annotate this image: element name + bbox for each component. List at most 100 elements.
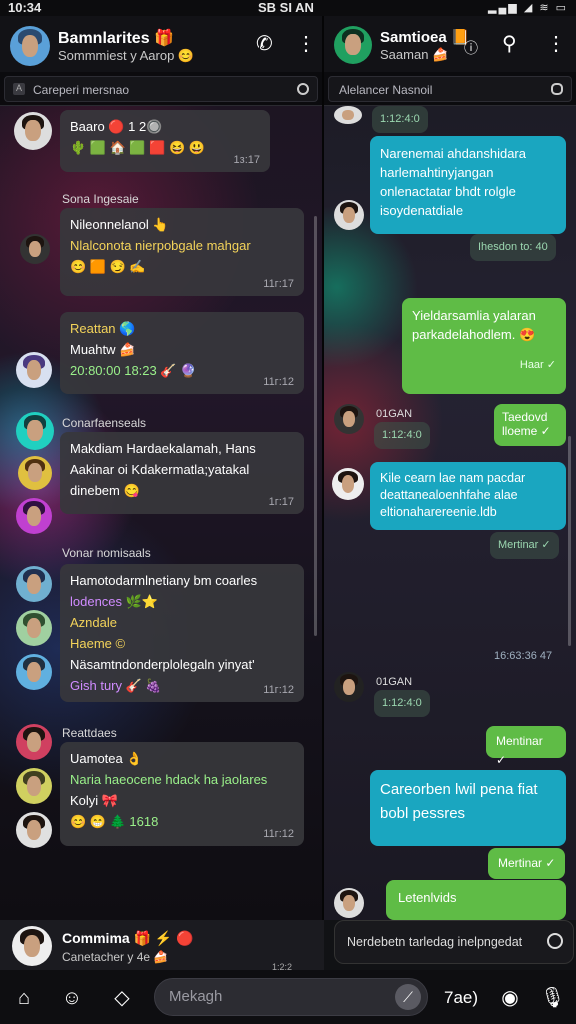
avatar[interactable] — [16, 498, 52, 534]
status-bar: 10:34 SB SI AN ▂▄▆ ◢ ≋ ▭ — [0, 0, 576, 16]
chat-icon[interactable]: ☺ — [60, 986, 84, 1010]
right-header-title[interactable]: Samtioea 📙 — [380, 28, 470, 46]
section-label: Reattdaes — [62, 726, 117, 740]
more-vert-icon[interactable]: ⋮ — [296, 34, 316, 54]
edit-icon[interactable] — [547, 933, 563, 949]
avatar[interactable] — [332, 468, 364, 500]
group-avatar[interactable] — [10, 26, 50, 66]
incoming-message[interactable]: Narenemai ahdanshidara harlemahtinyjanga… — [370, 136, 566, 234]
avatar[interactable] — [16, 566, 52, 602]
message-time: 1з:17 — [233, 154, 260, 166]
avatar[interactable] — [334, 404, 364, 434]
avatar[interactable] — [12, 926, 52, 966]
list-item[interactable]: Uamotea 👌 Naria haeocene hdack ha jaolar… — [60, 742, 304, 846]
avatar[interactable] — [16, 412, 54, 450]
search-circle-icon[interactable] — [297, 83, 309, 95]
avatar[interactable] — [334, 106, 362, 124]
message-time-chip: Ihesdon to: 40 — [470, 234, 556, 261]
info-icon[interactable]: ⓘ — [464, 38, 478, 58]
message-text: Yieldarsamlia yalaran parkadelahodlem. 😍 — [412, 308, 536, 342]
compose-text: Nerdebetn tarledag inelpngedat — [347, 935, 523, 949]
compose-preview[interactable]: Nerdebetn tarledag inelpngedat — [334, 920, 574, 964]
avatar[interactable] — [16, 768, 52, 804]
message-time-chip: Mertinar ✓ — [488, 848, 566, 879]
outgoing-message[interactable]: Yieldarsamlia yalaran parkadelahodlem. 😍… — [402, 298, 566, 394]
scrollbar[interactable] — [314, 216, 317, 636]
avatar[interactable] — [16, 352, 52, 388]
outgoing-message[interactable]: Letenlvids — [386, 880, 566, 920]
outgoing-message[interactable]: Taedovd lloeme ✓ — [494, 404, 566, 446]
message-time-chip: Mertinar ✓ — [490, 532, 559, 559]
sender-chip: 1:12:4:0 — [374, 422, 430, 449]
scrollbar[interactable] — [568, 436, 571, 646]
avatar[interactable] — [14, 112, 52, 150]
avatar[interactable] — [20, 234, 50, 264]
list-item[interactable]: Nileonnelanol 👆 Nlalconota nierpobgale m… — [60, 208, 304, 296]
sender-label: 01GAN — [376, 676, 413, 688]
outgoing-message[interactable]: Mentinar ✓ — [486, 726, 566, 767]
list-item[interactable]: Reattan 🌎 Muahtw 🍰 20:80:00 18:23 🎸 🔮 11… — [60, 312, 304, 394]
conversation-pane: Samtioea 📙 Saaman 🍰 ⓘ ⚲ ⋮ Alelancer Nasn… — [324, 16, 576, 920]
incoming-message[interactable]: Kile cearn lae nam pacdar deattanealoenh… — [370, 462, 566, 530]
card-text: lodences 🌿⭐ — [70, 594, 159, 609]
phone-icon[interactable]: ✆ — [256, 34, 273, 54]
section-label: Sona Ingesaie — [62, 192, 139, 206]
left-search-placeholder: Careperi mersnao — [33, 83, 130, 97]
message-time: Ihesdon to: 40 — [478, 241, 548, 253]
card-text: Haeme © — [70, 636, 126, 651]
home-icon[interactable]: ⌂ — [12, 986, 36, 1010]
heart-icon[interactable] — [551, 83, 563, 95]
card-text: Uamotea 👌 — [70, 751, 143, 766]
avatar[interactable] — [334, 672, 364, 702]
filter-icon[interactable]: A — [13, 83, 25, 95]
message-time: 11г:12 — [263, 828, 294, 840]
right-header-subtitle: Saaman 🍰 — [380, 47, 449, 62]
avatar[interactable] — [334, 888, 364, 918]
keyboard-toggle-label[interactable]: 7ae) — [444, 988, 478, 1008]
microphone-icon[interactable]: 🎙 — [540, 986, 565, 1010]
message-input[interactable] — [169, 988, 389, 1005]
sender-chip: 1:12:4:0 — [374, 690, 430, 717]
video-call-icon[interactable]: ⚲ — [502, 34, 517, 54]
contact-avatar[interactable] — [334, 26, 372, 64]
message-field[interactable]: ⟋ — [154, 978, 428, 1016]
right-search-bar[interactable]: Alelancer Nasnoil — [324, 72, 576, 106]
avatar[interactable] — [16, 724, 52, 760]
left-header-subtitle: Sommmiest y Aarop 😊 — [58, 48, 195, 63]
avatar[interactable] — [16, 610, 52, 646]
preview-subtitle: Canetacher y 4e 🍰 — [62, 950, 169, 964]
card-text: Azndale — [70, 615, 117, 630]
day-separator: 16:63:36 47 — [494, 650, 553, 662]
message-text: Careorben lwil pena fiat bobl pessres — [380, 781, 538, 822]
sticker-icon[interactable]: ◉ — [498, 986, 522, 1010]
list-item[interactable]: Baaro 🔴 1 2🔘 🌵 🟩 🏠 🟩 🟥 😆 😃 1з:17 — [60, 110, 270, 172]
left-header-title[interactable]: Bamnlarites 🎁 — [58, 28, 174, 48]
left-search-bar[interactable]: A Careperi mersnao — [0, 72, 322, 106]
card-text: Kolyi 🎀 — [70, 793, 118, 808]
message-text: Taedovd lloeme ✓ — [502, 410, 551, 438]
send-icon[interactable]: ⟋ — [395, 984, 421, 1010]
more-vert-icon[interactable]: ⋮ — [546, 34, 566, 54]
card-text: Näsamtndonderplolegaln yinyat' — [70, 657, 255, 672]
avatar[interactable] — [16, 654, 52, 690]
message-text: Kile cearn lae nam pacdar deattanealoenh… — [380, 471, 526, 519]
section-label: Vonar nomisaals — [62, 546, 151, 560]
right-header: Samtioea 📙 Saaman 🍰 ⓘ ⚲ ⋮ — [324, 16, 576, 72]
card-text: 😊 😁 🌲 1618 — [70, 814, 159, 829]
card-text: Nileonnelanol 👆 — [70, 217, 169, 232]
card-text: Reattan 🌎 — [70, 321, 136, 336]
message-time: 11г:12 — [263, 684, 294, 696]
message-time: Haar ✓ — [519, 359, 556, 371]
card-text: Baaro 🔴 1 2🔘 — [70, 119, 163, 134]
bookmark-icon[interactable]: ◇ — [110, 986, 134, 1010]
incoming-message[interactable]: Careorben lwil pena fiat bobl pessres — [370, 770, 566, 846]
avatar[interactable] — [334, 200, 364, 230]
avatar[interactable] — [18, 456, 52, 490]
avatar[interactable] — [16, 812, 52, 848]
list-item[interactable]: Hamotodarmlnetiany bm coarles lodences 🌿… — [60, 564, 304, 702]
current-chat-preview[interactable]: Commima 🎁 ⚡ 🔴 Canetacher y 4e 🍰 1:2:2 — [0, 920, 324, 972]
prev-message-time: 1:12:4:0 — [372, 106, 428, 133]
list-item[interactable]: Makdiam Hardaekalamah, Hans Aakinar oi K… — [60, 432, 304, 514]
status-icons: ▂▄▆ ◢ ≋ ▭ — [488, 2, 568, 14]
card-text: Nlalconota nierpobgale mahgar — [70, 238, 251, 253]
